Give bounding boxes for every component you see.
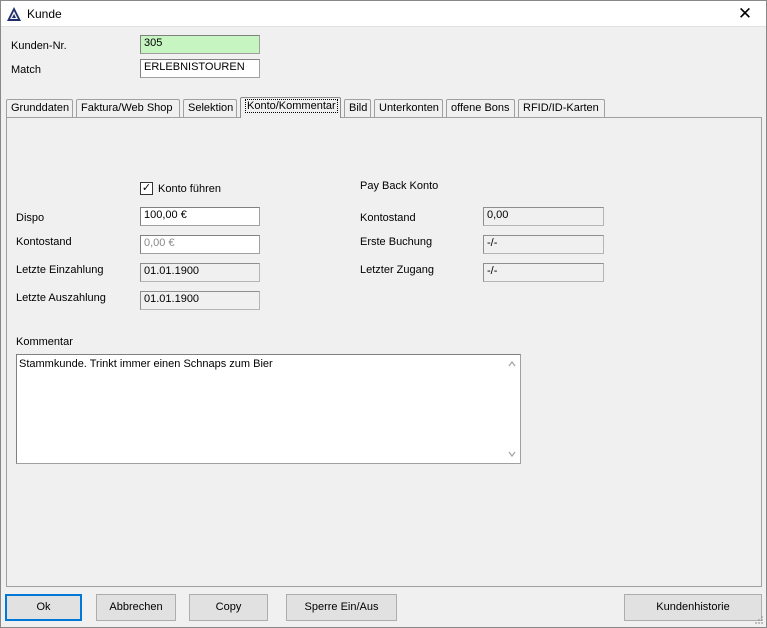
- kontostand-label: Kontostand: [16, 236, 72, 248]
- letzter-zugang-label: Letzter Zugang: [360, 264, 434, 276]
- copy-button[interactable]: Copy: [189, 594, 268, 621]
- window-title: Kunde: [27, 7, 62, 21]
- kunden-nr-input[interactable]: 305: [140, 35, 260, 54]
- kommentar-text: Stammkunde. Trinkt immer einen Schnaps z…: [19, 358, 273, 370]
- payback-kontostand-field: 0,00: [483, 207, 604, 226]
- letzte-einzahlung-field: 01.01.1900: [140, 263, 260, 282]
- kundenhistorie-button[interactable]: Kundenhistorie: [624, 594, 762, 621]
- tab-offene-bons[interactable]: offene Bons: [446, 99, 515, 117]
- dispo-input[interactable]: 100,00 €: [140, 207, 260, 226]
- tab-konto-kommentar[interactable]: Konto/Kommentar: [240, 97, 341, 118]
- letzte-auszahlung-label: Letzte Auszahlung: [16, 292, 106, 304]
- tab-grunddaten[interactable]: Grunddaten: [6, 99, 73, 117]
- scroll-down-icon[interactable]: [507, 449, 517, 459]
- erste-buchung-field: -/-: [483, 235, 604, 254]
- letzte-einzahlung-label: Letzte Einzahlung: [16, 264, 104, 276]
- ok-button[interactable]: Ok: [5, 594, 82, 621]
- kunde-window: Kunde ✕ Kunden-Nr. 305 Match ERLEBNISTOU…: [0, 0, 767, 628]
- payback-kontostand-label: Kontostand: [360, 212, 416, 224]
- title-bar[interactable]: Kunde ✕: [1, 1, 766, 27]
- kommentar-scrollbar[interactable]: [504, 355, 520, 463]
- match-input[interactable]: ERLEBNISTOUREN: [140, 59, 260, 78]
- payback-section-label: Pay Back Konto: [360, 180, 439, 192]
- close-icon: ✕: [737, 4, 753, 23]
- check-mark-icon: ✓: [141, 182, 152, 194]
- sperre-ein-aus-button[interactable]: Sperre Ein/Aus: [286, 594, 397, 621]
- erste-buchung-label: Erste Buchung: [360, 236, 433, 248]
- tab-faktura-web-shop[interactable]: Faktura/Web Shop: [76, 99, 180, 117]
- kommentar-textarea[interactable]: Stammkunde. Trinkt immer einen Schnaps z…: [16, 354, 521, 464]
- kontostand-field: 0,00 €: [140, 235, 260, 254]
- konto-fuehren-checkbox[interactable]: ✓: [140, 182, 153, 195]
- tab-rfid-id-karten[interactable]: RFID/ID-Karten: [518, 99, 605, 117]
- konto-fuehren-label: Konto führen: [158, 183, 221, 195]
- close-button[interactable]: ✕: [728, 1, 762, 27]
- tab-selektion[interactable]: Selektion: [183, 99, 237, 117]
- match-label: Match: [11, 64, 41, 76]
- kommentar-label: Kommentar: [16, 336, 73, 348]
- resize-grip-icon[interactable]: [754, 615, 764, 625]
- letzter-zugang-field: -/-: [483, 263, 604, 282]
- tab-unterkonten[interactable]: Unterkonten: [374, 99, 443, 117]
- letzte-auszahlung-field: 01.01.1900: [140, 291, 260, 310]
- scroll-up-icon[interactable]: [507, 359, 517, 369]
- abbrechen-button[interactable]: Abbrechen: [96, 594, 176, 621]
- tab-bild[interactable]: Bild: [344, 99, 371, 117]
- app-logo-icon: [7, 7, 21, 21]
- dispo-label: Dispo: [16, 212, 45, 224]
- kunden-nr-label: Kunden-Nr.: [11, 40, 67, 52]
